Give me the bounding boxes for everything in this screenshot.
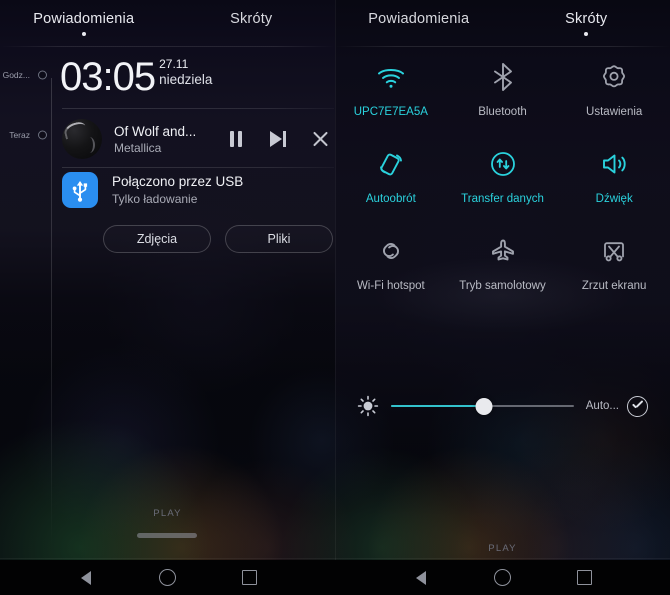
nav-group-right: [335, 560, 670, 595]
home-indicator-left[interactable]: [137, 533, 197, 538]
timeline-line: [51, 78, 52, 548]
wifi-icon: [372, 58, 410, 96]
nav-group-left: [0, 560, 335, 595]
home-circle-icon[interactable]: [492, 567, 514, 589]
tab-separator-right: [335, 46, 670, 47]
usb-subtitle: Tylko ładowanie: [112, 192, 198, 206]
toggle-label: Bluetooth: [478, 106, 527, 118]
toggle-autorotate[interactable]: Autoobrót: [335, 145, 447, 206]
tab-skroty-left[interactable]: Skróty: [168, 0, 336, 46]
back-triangle-icon[interactable]: [75, 567, 97, 589]
toggle-label: Wi-Fi hotspot: [356, 280, 425, 292]
auto-rotate-icon: [372, 145, 410, 183]
carrier-label-left: PLAY: [153, 508, 182, 519]
usb-icon: [62, 172, 98, 208]
rail-dot-icon: [38, 130, 47, 140]
navigation-bar: [0, 560, 670, 595]
data-transfer-icon: [484, 145, 522, 183]
android-notification-shade: Powiadomienia Skróty Godz... Teraz 03:05…: [0, 0, 670, 595]
toggle-data-transfer[interactable]: Transfer danych: [447, 145, 559, 206]
recents-square-icon[interactable]: [239, 567, 261, 589]
toggle-sound[interactable]: Dźwięk: [558, 145, 670, 206]
tab-active-dot: [81, 31, 86, 36]
toggle-label: Transfer danych: [461, 193, 544, 205]
toggle-label: Zrzut ekranu: [581, 280, 647, 292]
toggle-settings[interactable]: Ustawienia: [558, 58, 670, 119]
gear-icon: [595, 58, 633, 96]
tab-powiadomienia-right[interactable]: Powiadomienia: [335, 0, 503, 46]
toggle-bluetooth[interactable]: Bluetooth: [447, 58, 559, 119]
recents-square-icon[interactable]: [574, 567, 596, 589]
pause-icon[interactable]: [226, 128, 246, 150]
toggle-airplane[interactable]: Tryb samolotowy: [447, 232, 559, 293]
back-triangle-icon[interactable]: [410, 567, 432, 589]
brightness-slider[interactable]: [391, 397, 574, 415]
left-tab-bar: Powiadomienia Skróty: [0, 0, 335, 46]
quick-settings-grid: UPC7E7EA5A Bluetooth Ustawienia Autoobró…: [335, 58, 670, 293]
sound-icon: [595, 145, 633, 183]
media-artist: Metallica: [114, 140, 162, 155]
tab-label: Powiadomienia: [368, 10, 470, 27]
toggle-hotspot[interactable]: Wi-Fi hotspot: [335, 232, 447, 293]
zdjecia-button[interactable]: Zdjęcia: [103, 225, 211, 253]
wallpaper-dock-line: [0, 558, 670, 559]
toggle-label: Autoobrót: [365, 193, 416, 205]
clock-widget: 03:05 27.11 niedziela: [60, 56, 212, 98]
tab-label: Skróty: [230, 10, 273, 27]
home-circle-icon[interactable]: [157, 567, 179, 589]
tab-active-dot: [584, 31, 589, 36]
notification-media-player[interactable]: Of Wolf and... Metallica: [62, 112, 332, 166]
carrier-label-right: PLAY: [488, 543, 517, 554]
usb-action-buttons: Zdjęcia Pliki: [103, 225, 333, 253]
tab-separator-left: [0, 46, 335, 47]
airplane-icon: [484, 232, 522, 270]
slider-knob[interactable]: [475, 397, 493, 415]
clock-weekday: niedziela: [159, 72, 213, 87]
rail-label: Teraz: [9, 130, 30, 140]
toggle-screenshot[interactable]: Zrzut ekranu: [558, 232, 670, 293]
toggle-label: Ustawienia: [586, 106, 643, 118]
album-art: [62, 119, 102, 159]
right-tab-bar: Powiadomienia Skróty: [335, 0, 670, 46]
brightness-icon: [357, 395, 379, 417]
toggle-label: Dźwięk: [595, 193, 633, 205]
tab-label: Powiadomienia: [33, 10, 135, 27]
rail-label: Godz...: [2, 70, 30, 80]
bluetooth-icon: [484, 58, 522, 96]
close-icon[interactable]: [310, 128, 330, 150]
left-panel-notifications: Powiadomienia Skróty Godz... Teraz 03:05…: [0, 0, 335, 560]
pliki-button[interactable]: Pliki: [225, 225, 333, 253]
usb-title: Połączono przez USB: [112, 174, 244, 189]
rail-dot-icon: [38, 70, 47, 80]
brightness-row: Auto...: [335, 390, 670, 422]
toggle-label: Tryb samolotowy: [459, 280, 546, 292]
clock-time: 03:05: [60, 55, 156, 99]
clock-date: 27.11: [159, 57, 189, 71]
toggle-wifi[interactable]: UPC7E7EA5A: [335, 58, 447, 119]
media-title: Of Wolf and...: [114, 123, 197, 139]
next-track-icon[interactable]: [268, 128, 288, 150]
auto-brightness-checkbox[interactable]: [627, 395, 648, 417]
slider-fill: [391, 405, 485, 407]
tab-label: Skróty: [565, 10, 608, 27]
separator-above-usb: [62, 167, 334, 168]
screenshot-icon: [595, 232, 633, 270]
tab-skroty-right[interactable]: Skróty: [503, 0, 670, 46]
toggle-label: UPC7E7EA5A: [353, 106, 428, 118]
tab-powiadomienia-left[interactable]: Powiadomienia: [0, 0, 168, 46]
hotspot-icon: [372, 232, 410, 270]
auto-brightness-label: Auto...: [585, 400, 619, 412]
notification-usb[interactable]: Połączono przez USB Tylko ładowanie: [62, 172, 332, 208]
separator-above-media: [62, 108, 334, 109]
